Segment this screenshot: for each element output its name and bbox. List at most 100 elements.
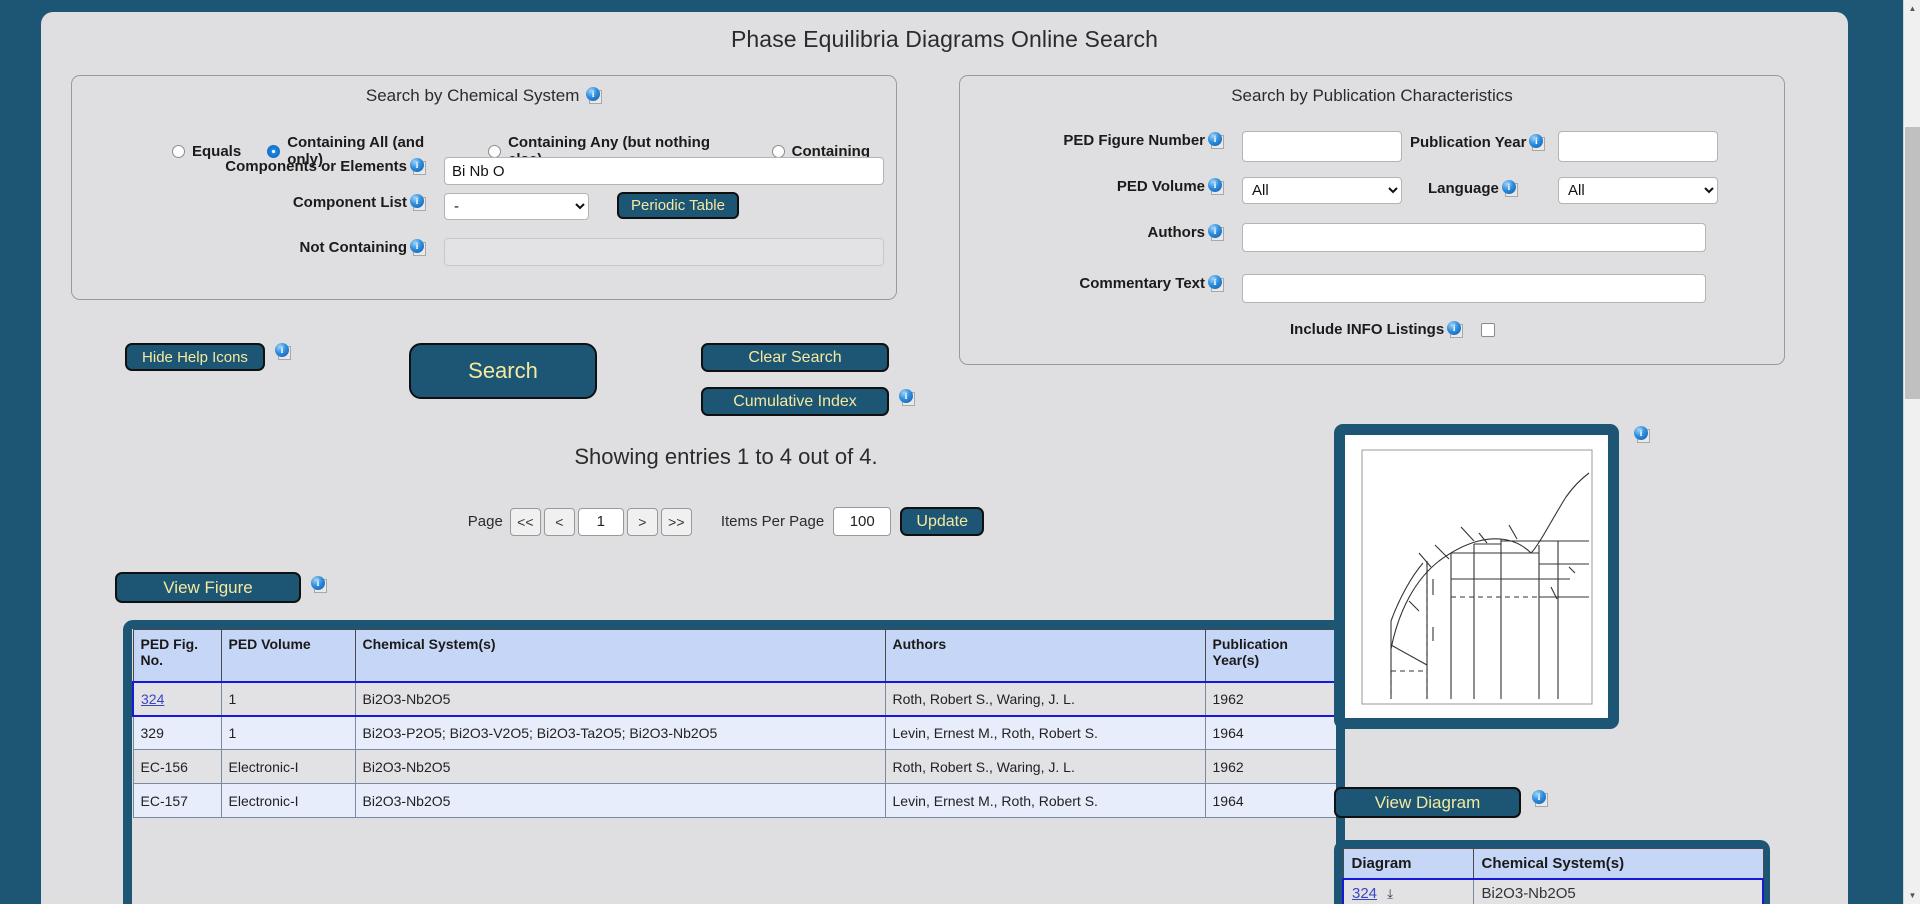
publication-year-input[interactable] — [1558, 131, 1718, 162]
language-select[interactable]: All — [1558, 177, 1718, 204]
info-icon[interactable]: i — [1532, 790, 1548, 807]
results-table-inner: PED Fig. No. PED Volume Chemical System(… — [132, 629, 1336, 904]
info-icon[interactable]: i — [899, 389, 915, 406]
cell-publication-year: 1962 — [1205, 682, 1336, 716]
table-row[interactable]: 324 1 Bi2O3-Nb2O5 Roth, Robert S., Warin… — [133, 682, 1336, 716]
cell-authors: Levin, Ernest M., Roth, Robert S. — [885, 716, 1205, 750]
view-diagram-button[interactable]: View Diagram — [1334, 787, 1521, 818]
items-per-page-label: Items Per Page — [721, 513, 824, 530]
col-header-diagram[interactable]: Diagram — [1343, 849, 1473, 879]
info-icon[interactable]: i — [1502, 180, 1518, 197]
last-page-button[interactable]: >> — [661, 508, 692, 536]
commentary-text-input[interactable] — [1242, 274, 1706, 303]
page-label: Page — [468, 513, 503, 530]
cell-ped-volume: 1 — [221, 716, 355, 750]
vertical-scrollbar[interactable]: ▲ ▼ — [1903, 0, 1920, 904]
ped-figure-number-label: PED Figure Number — [1063, 132, 1205, 149]
download-icon[interactable]: ⤓ — [1387, 886, 1393, 901]
cell-diagram-number[interactable]: 324 ⤓ — [1343, 879, 1473, 904]
col-header-diagram-chemical-systems[interactable]: Chemical System(s) — [1473, 849, 1763, 879]
items-per-page-input[interactable]: 100 — [833, 507, 891, 536]
list-item[interactable]: 324 ⤓ Bi2O3-Nb2O5 — [1343, 879, 1763, 904]
table-row[interactable]: 329 1 Bi2O3-P2O5; Bi2O3-V2O5; Bi2O3-Ta2O… — [133, 716, 1336, 750]
ped-volume-label: PED Volume — [1117, 178, 1205, 195]
cell-ped-fig-no: 329 — [133, 716, 221, 750]
col-header-authors[interactable]: Authors — [885, 630, 1205, 682]
ped-fig-no-link[interactable]: 324 — [141, 691, 164, 707]
info-icon[interactable]: i — [410, 194, 426, 211]
info-icon[interactable]: i — [410, 158, 426, 175]
info-icon[interactable]: i — [410, 239, 426, 256]
component-list-label: Component List — [293, 194, 407, 211]
language-label-row: Language i — [1428, 180, 1524, 197]
cell-diagram-chemical-systems: Bi2O3-Nb2O5 — [1473, 879, 1763, 904]
results-table-header-row: PED Fig. No. PED Volume Chemical System(… — [133, 630, 1336, 682]
page-title: Phase Equilibria Diagrams Online Search — [41, 12, 1848, 53]
radio-label-equals: Equals — [192, 143, 241, 160]
results-summary: Showing entries 1 to 4 out of 4. — [41, 444, 1411, 470]
update-button[interactable]: Update — [900, 507, 984, 536]
page-number-input[interactable]: 1 — [578, 508, 624, 536]
results-table-container: PED Fig. No. PED Volume Chemical System(… — [123, 620, 1345, 904]
page-card: Phase Equilibria Diagrams Online Search … — [41, 12, 1848, 904]
prev-page-button[interactable]: < — [544, 508, 575, 536]
next-page-button[interactable]: > — [627, 508, 658, 536]
first-page-button[interactable]: << — [510, 508, 541, 536]
component-list-label-row: Component List i — [72, 194, 432, 211]
scrollbar-thumb[interactable] — [1905, 127, 1920, 399]
radio-containing-all[interactable] — [267, 145, 280, 158]
cell-authors: Roth, Robert S., Waring, J. L. — [885, 682, 1205, 716]
pagination-controls: Page << < 1 > >> Items Per Page 100 Upda… — [41, 507, 1411, 536]
cell-publication-year: 1964 — [1205, 716, 1336, 750]
component-list-select[interactable]: - — [444, 193, 589, 220]
col-header-publication-years[interactable]: Publication Year(s) — [1205, 630, 1336, 682]
ped-volume-label-row: PED Volume i — [960, 178, 1230, 195]
radio-containing-any[interactable] — [488, 145, 501, 158]
scroll-up-arrow-icon[interactable]: ▲ — [1904, 0, 1920, 17]
radio-containing[interactable] — [772, 145, 785, 158]
radio-option-equals[interactable]: Equals — [172, 143, 241, 160]
components-or-elements-input[interactable] — [444, 157, 884, 185]
ped-figure-number-input[interactable] — [1242, 131, 1402, 162]
clear-search-button[interactable]: Clear Search — [701, 343, 889, 372]
info-icon[interactable]: i — [1634, 426, 1650, 443]
table-row[interactable]: EC-156 Electronic-I Bi2O3-Nb2O5 Roth, Ro… — [133, 750, 1336, 784]
info-icon[interactable]: i — [1208, 132, 1224, 149]
authors-label-row: Authors i — [960, 224, 1230, 241]
not-containing-input[interactable] — [444, 238, 884, 266]
cell-ped-volume: Electronic-I — [221, 750, 355, 784]
search-by-publication-panel: Search by Publication Characteristics PE… — [959, 75, 1785, 365]
search-button[interactable]: Search — [409, 343, 597, 399]
info-icon[interactable]: i — [275, 343, 291, 360]
cell-authors: Roth, Robert S., Waring, J. L. — [885, 750, 1205, 784]
cumulative-index-button[interactable]: Cumulative Index — [701, 387, 889, 416]
diagram-preview-frame[interactable] — [1334, 424, 1619, 729]
authors-label: Authors — [1148, 224, 1206, 241]
cell-chemical-systems: Bi2O3-P2O5; Bi2O3-V2O5; Bi2O3-Ta2O5; Bi2… — [355, 716, 885, 750]
info-icon[interactable]: i — [1447, 321, 1463, 338]
info-icon[interactable]: i — [1208, 275, 1224, 292]
cell-publication-year: 1962 — [1205, 750, 1336, 784]
authors-input[interactable] — [1242, 223, 1706, 252]
col-header-chemical-systems[interactable]: Chemical System(s) — [355, 630, 885, 682]
periodic-table-button[interactable]: Periodic Table — [617, 192, 739, 219]
info-icon[interactable]: i — [1208, 224, 1224, 241]
view-figure-button[interactable]: View Figure — [115, 572, 301, 603]
hide-help-icons-button[interactable]: Hide Help Icons — [125, 343, 265, 371]
ped-volume-select[interactable]: All — [1242, 177, 1402, 204]
include-info-listings-checkbox[interactable] — [1481, 323, 1495, 337]
cell-ped-fig-no: EC-157 — [133, 784, 221, 818]
table-row[interactable]: EC-157 Electronic-I Bi2O3-Nb2O5 Levin, E… — [133, 784, 1336, 818]
scroll-down-arrow-icon[interactable]: ▼ — [1904, 887, 1920, 904]
info-icon[interactable]: i — [586, 87, 602, 104]
diagram-number-link[interactable]: 324 — [1352, 885, 1377, 902]
language-label: Language — [1428, 180, 1499, 197]
ped-figure-number-label-row: PED Figure Number i — [960, 132, 1230, 149]
info-icon[interactable]: i — [1208, 178, 1224, 195]
info-icon[interactable]: i — [1529, 134, 1545, 151]
cell-ped-fig-no[interactable]: 324 — [133, 682, 221, 716]
info-icon[interactable]: i — [311, 576, 327, 593]
col-header-ped-fig-no[interactable]: PED Fig. No. — [133, 630, 221, 682]
col-header-ped-volume[interactable]: PED Volume — [221, 630, 355, 682]
radio-equals[interactable] — [172, 145, 185, 158]
